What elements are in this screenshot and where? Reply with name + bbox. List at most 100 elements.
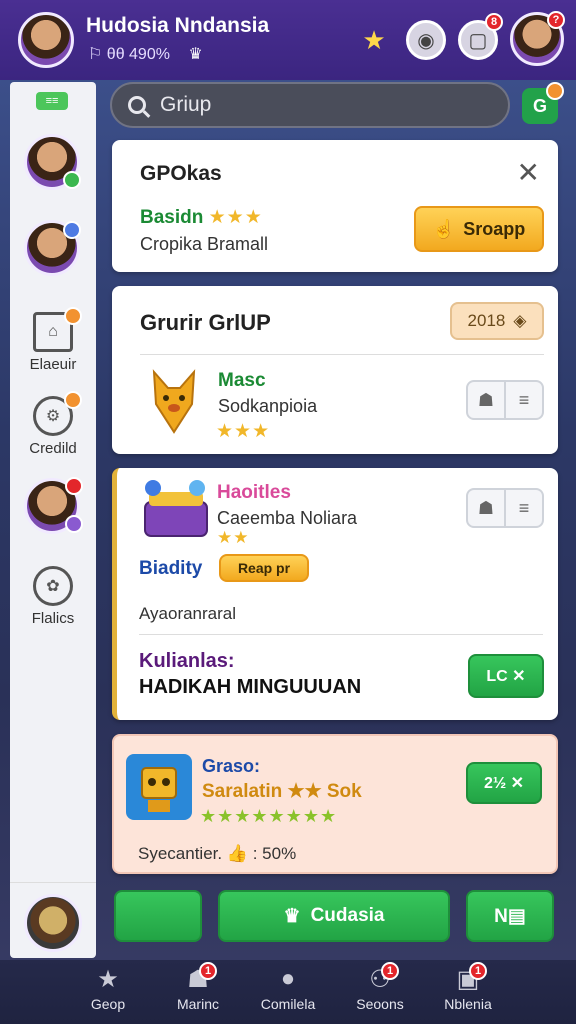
- sidebar-divider: [10, 882, 96, 883]
- search-action-button[interactable]: G: [522, 82, 564, 124]
- right-action-button[interactable]: N▤: [466, 890, 554, 942]
- sidebar-avatar-bottom[interactable]: [24, 894, 82, 952]
- nav-item-comilela[interactable]: ● Comilela: [238, 964, 338, 1012]
- right-action-label: N▤: [494, 905, 526, 927]
- search-input[interactable]: Griup: [160, 93, 211, 117]
- collect-button[interactable]: 2½ ✕: [466, 762, 542, 804]
- card-status: Basidn ★★★: [140, 206, 263, 229]
- rating-stars: ★★★: [208, 207, 263, 228]
- section-value: HADIKAH MINGUUUAN: [139, 676, 362, 698]
- home-badge: [64, 307, 82, 325]
- card-subtitle: Saralatin ★★ Sok: [202, 781, 362, 802]
- item-name: Masc: [218, 370, 266, 391]
- status-label: Basidn: [140, 207, 204, 228]
- page-title: Hudosia Nndansia: [86, 14, 270, 37]
- gear-icon: ⚙: [33, 391, 82, 436]
- nav-item-nblenia[interactable]: ▣ 1 Nblenia: [418, 962, 518, 1012]
- shop-icon[interactable]: ☗: [468, 382, 506, 418]
- card-description: Cropika Bramall: [140, 234, 269, 254]
- robot-badge-icon: [126, 754, 192, 820]
- game-icon: ☗ 1: [181, 962, 217, 994]
- menu-icon[interactable]: ≡: [506, 382, 542, 418]
- shop-icon[interactable]: ☗: [468, 490, 506, 526]
- nav-item-seoons[interactable]: ⚇ 1 Seoons: [330, 962, 430, 1012]
- star-icon[interactable]: ★: [354, 20, 394, 60]
- note-text: Ayaoranraral: [139, 604, 237, 623]
- sidebar-avatar-3[interactable]: [24, 477, 83, 534]
- nav-label: Geop: [90, 996, 126, 1012]
- item-action-toggle[interactable]: ☗ ≡: [466, 380, 544, 420]
- crown-icon: ♛: [188, 46, 203, 63]
- claim-button[interactable]: LC ✕: [468, 654, 544, 698]
- reward-card: Haoitles Caeemba Noliara ★★ ☗ ≡ Biadity …: [112, 468, 558, 720]
- nav-item-geop[interactable]: ★ Geop: [58, 964, 158, 1013]
- status-badge: [65, 515, 83, 533]
- sidebar-item-label: Credild: [29, 440, 77, 457]
- year-badge[interactable]: 2018 ◈: [450, 302, 544, 340]
- search-badge: [546, 82, 564, 100]
- item-action-toggle[interactable]: ☗ ≡: [466, 488, 544, 528]
- sidebar-item-home[interactable]: ⌂ Elaeuir: [10, 307, 96, 373]
- divider: [140, 354, 544, 355]
- item-name: Haoitles: [217, 482, 291, 503]
- sidebar: ≡≡ ⌂ Elaeuir ⚙ Credild ✿ Flalics: [10, 82, 96, 958]
- online-badge: [63, 171, 81, 189]
- chat-icon[interactable]: ▢ 8: [458, 13, 503, 60]
- crown-icon: ♛: [283, 905, 301, 927]
- swap-button[interactable]: ☝ Sroapp: [414, 206, 544, 252]
- treasure-chest-icon: [144, 480, 208, 537]
- item-description: Caeemba Noliara: [217, 508, 358, 528]
- nav-item-marinc[interactable]: ☗ 1 Marinc: [148, 962, 248, 1012]
- card-footer: Syecantier. 👍 : 50%: [138, 844, 297, 863]
- tag-label: Biadity: [139, 558, 203, 579]
- swap-button-label: Sroapp: [463, 218, 526, 239]
- sidebar-item-label: Elaeuir: [29, 356, 77, 373]
- inbox-icon: ▣ 1: [451, 962, 487, 994]
- nav-badge: 1: [469, 962, 487, 980]
- main-action-button[interactable]: ♛ Cudasia: [218, 890, 450, 942]
- bottom-nav: ★ Geop ☗ 1 Marinc ● Comilela ⚇ 1 Seoons …: [0, 960, 576, 1024]
- search-icon: [128, 96, 146, 114]
- progress-stars: ★★★★★★★★: [200, 806, 338, 826]
- settings-icon: ✿: [33, 566, 73, 606]
- item-rating: ★★★: [216, 421, 271, 442]
- top-bar: Hudosia Nndansia ⚐ θθ 490% ♛ ★ ◉ ▢ 8 ?: [0, 0, 576, 80]
- reap-button-label: Reap pr: [237, 560, 291, 576]
- star-icon: ★: [97, 965, 119, 993]
- item-rating: ★★: [217, 528, 250, 547]
- hand-icon: ☝: [432, 218, 456, 239]
- friends-icon: ⚇ 1: [363, 962, 399, 994]
- subtitle-text: ⚐ θθ 490%: [88, 46, 170, 63]
- nav-label: Nblenia: [444, 996, 492, 1012]
- sidebar-item-credit[interactable]: ⚙ Credild: [10, 391, 96, 457]
- sidebar-item-settings[interactable]: ✿ Flalics: [10, 566, 96, 627]
- group-card: GPOkas ✕ Basidn ★★★ Cropika Bramall ☝ Sr…: [112, 140, 558, 272]
- card-title: Grurir GrlUP: [140, 310, 271, 335]
- sidebar-avatar-1[interactable]: [24, 134, 81, 190]
- home-icon: ⌂: [33, 307, 82, 352]
- avatar-badge: ?: [547, 11, 565, 29]
- group-list-card: Grurir GrlUP 2018 ◈ Masc Sodkanpioia ★★★…: [112, 286, 558, 454]
- notification-badge: [65, 477, 83, 495]
- sidebar-item-label: Flalics: [31, 610, 75, 627]
- reap-button[interactable]: Reap pr: [219, 554, 309, 582]
- profile-subtitle: ⚐ θθ 490% ♛: [88, 44, 203, 64]
- sidebar-status-pill[interactable]: ≡≡: [36, 92, 68, 110]
- item-description: Sodkanpioia: [218, 396, 318, 416]
- camera-icon[interactable]: ◉: [406, 20, 446, 60]
- close-icon[interactable]: ✕: [517, 156, 540, 189]
- card-title: Graso:: [202, 756, 261, 776]
- card-title: GPOkas: [140, 162, 222, 185]
- nav-label: Comilela: [260, 996, 316, 1012]
- notification-badge: 8: [485, 13, 503, 31]
- profile-avatar[interactable]: [18, 12, 74, 68]
- menu-icon[interactable]: ≡: [506, 490, 542, 526]
- nav-label: Seoons: [356, 996, 404, 1012]
- chat-bubble-icon: ●: [280, 965, 296, 992]
- friend-avatar[interactable]: ?: [510, 11, 565, 66]
- sidebar-avatar-2[interactable]: [24, 220, 81, 276]
- nav-label: Marinc: [176, 996, 219, 1012]
- left-action-button[interactable]: [114, 890, 202, 942]
- gear-badge: [64, 391, 82, 409]
- search-bar[interactable]: Griup: [110, 82, 510, 128]
